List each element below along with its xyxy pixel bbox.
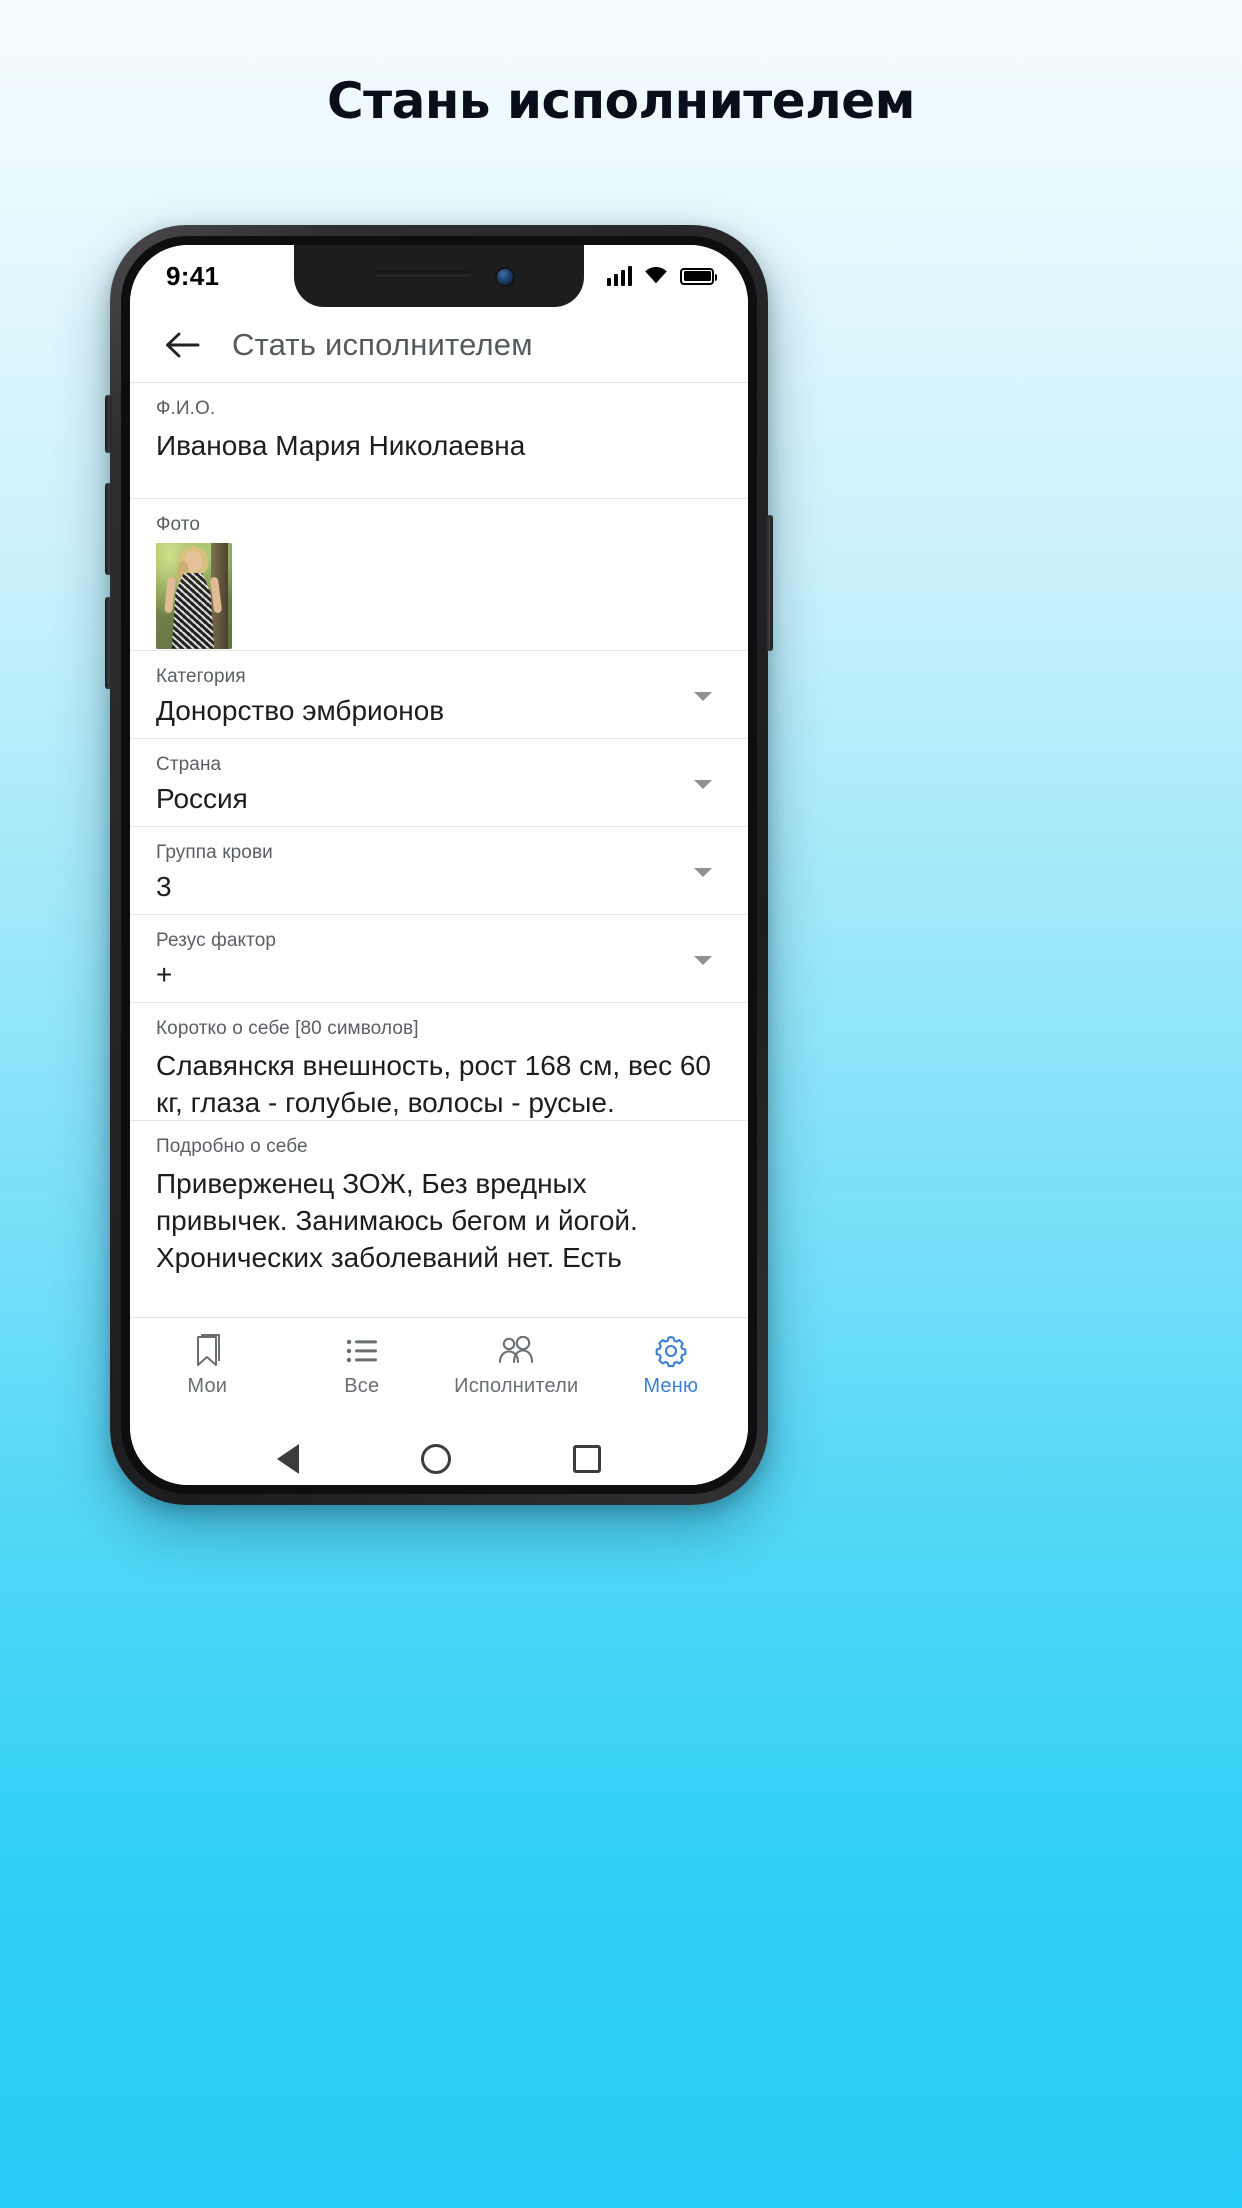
nav-recent-icon[interactable] xyxy=(573,1445,601,1473)
nav-home-icon[interactable] xyxy=(421,1444,451,1474)
nav-back-icon[interactable] xyxy=(277,1444,299,1474)
earpiece-speaker-icon xyxy=(375,271,471,279)
field-category[interactable]: Категория Донорство эмбрионов xyxy=(130,651,748,739)
field-value: Приверженец ЗОЖ, Без вредных привычек. З… xyxy=(156,1167,638,1273)
field-photo[interactable]: Фото xyxy=(130,499,748,651)
field-label: Фото xyxy=(156,514,201,535)
tab-ispolniteli[interactable]: Исполнители xyxy=(439,1334,594,1398)
field-blood-group[interactable]: Группа крови 3 xyxy=(130,827,748,915)
gear-icon xyxy=(654,1334,688,1368)
form-list[interactable]: Ф.И.О. Иванова Мария Николаевна Фото Кат xyxy=(130,383,748,1317)
field-country[interactable]: Страна Россия xyxy=(130,739,748,827)
status-bar-icons xyxy=(606,264,717,289)
status-bar-time: 9:41 xyxy=(166,260,220,291)
tab-vse[interactable]: Все xyxy=(285,1334,440,1398)
field-rhesus-factor[interactable]: Резус фактор + xyxy=(130,915,748,1003)
field-value: Иванова Мария Николаевна xyxy=(156,429,526,461)
field-detailed-about[interactable]: Подробно о себе Приверженец ЗОЖ, Без вре… xyxy=(130,1121,748,1281)
field-label: Категория xyxy=(156,666,246,687)
phone-volume-down-button xyxy=(105,597,112,689)
app-header-title: Стать исполнителем xyxy=(232,326,533,362)
photo-thumbnail[interactable] xyxy=(156,542,232,649)
field-value: Россия xyxy=(156,782,248,814)
chevron-down-icon[interactable] xyxy=(694,691,712,701)
bookmark-icon xyxy=(192,1333,222,1368)
tab-menu[interactable]: Меню xyxy=(594,1334,749,1398)
signal-icon xyxy=(606,266,632,286)
field-value: 3 xyxy=(156,870,172,902)
phone-screen: 9:41 Стать исполнителем Ф.И.О. Иванова М… xyxy=(130,245,748,1485)
bottom-tab-bar: Мои Все Исполнители Меню xyxy=(130,1317,748,1413)
people-icon xyxy=(497,1334,535,1368)
phone-mockup: 9:41 Стать исполнителем Ф.И.О. Иванова М… xyxy=(105,225,773,1505)
wifi-icon xyxy=(643,264,669,289)
list-icon xyxy=(346,1334,378,1368)
tab-moi[interactable]: Мои xyxy=(130,1333,285,1398)
field-value: Донорство эмбрионов xyxy=(156,694,445,726)
app-header: Стать исполнителем xyxy=(130,307,748,383)
phone-mute-switch xyxy=(105,395,112,453)
field-label: Резус фактор xyxy=(156,930,277,951)
field-label: Страна xyxy=(156,754,222,775)
field-value: + xyxy=(156,958,173,990)
back-arrow-icon[interactable] xyxy=(156,319,208,371)
phone-notch xyxy=(294,245,584,307)
phone-power-button xyxy=(766,515,773,651)
field-short-about[interactable]: Коротко о себе [80 символов] Славянскя в… xyxy=(130,1003,748,1121)
phone-volume-up-button xyxy=(105,483,112,575)
battery-icon xyxy=(680,267,717,285)
field-label: Группа крови xyxy=(156,842,273,863)
chevron-down-icon[interactable] xyxy=(694,867,712,877)
chevron-down-icon[interactable] xyxy=(694,955,712,965)
field-label: Подробно о себе xyxy=(156,1136,308,1157)
android-nav-bar xyxy=(130,1413,748,1485)
tab-label: Меню xyxy=(643,1374,699,1397)
tab-label: Все xyxy=(344,1374,380,1397)
page-title: Стань исполнителем xyxy=(326,72,916,130)
field-label: Ф.И.О. xyxy=(156,398,216,419)
front-camera-icon xyxy=(497,269,513,285)
tab-label: Исполнители xyxy=(454,1374,579,1397)
field-value: Славянскя внешность, рост 168 см, вес 60… xyxy=(156,1049,711,1118)
field-label: Коротко о себе [80 символов] xyxy=(156,1018,419,1039)
chevron-down-icon[interactable] xyxy=(694,779,712,789)
field-fio[interactable]: Ф.И.О. Иванова Мария Николаевна xyxy=(130,383,748,499)
tab-label: Мои xyxy=(187,1374,228,1397)
